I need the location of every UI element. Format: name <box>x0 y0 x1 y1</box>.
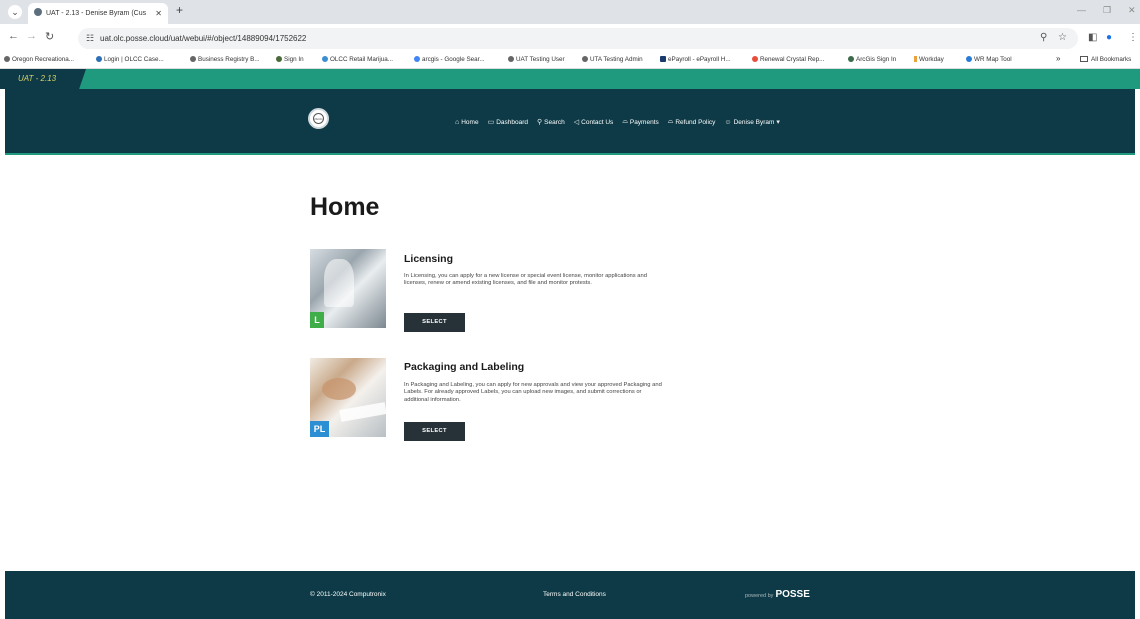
nav-payments[interactable]: ⌓ Payments <box>622 116 658 128</box>
bookmark-item[interactable]: WR Map Tool <box>966 56 1012 63</box>
close-tab-icon[interactable]: ✕ <box>155 3 162 24</box>
all-bookmarks-folder[interactable]: All Bookmarks <box>1080 56 1131 63</box>
bookmark-item[interactable]: Business Registry B... <box>190 56 260 63</box>
browser-tabstrip: ⌄ UAT - 2.13 - Denise Byram (Cus ✕ + — ❐… <box>0 0 1140 24</box>
licensing-select-button[interactable]: SELECT <box>404 313 465 332</box>
search-icon: ⚲ <box>537 119 543 126</box>
bookmark-item[interactable]: ePayroll - ePayroll H... <box>660 56 731 63</box>
forward-icon[interactable]: → <box>26 30 37 42</box>
bookmark-favicon-icon <box>966 56 972 62</box>
licensing-image: L <box>310 249 386 328</box>
packaging-image: PL <box>310 358 386 437</box>
posse-logo: POSSE <box>775 589 810 600</box>
address-bar[interactable]: ☷ uat.olc.posse.cloud/uat/webui/#/object… <box>78 28 1078 49</box>
nav-contact-us[interactable]: ◁ Contact Us <box>574 116 614 128</box>
home-icon: ⌂ <box>455 118 460 126</box>
image-detail <box>322 378 356 400</box>
payments-icon: ⌓ <box>622 118 628 125</box>
dashboard-icon: ▭ <box>487 119 495 126</box>
folder-icon <box>1080 56 1088 62</box>
olcc-logo[interactable]: OLCC <box>308 108 329 129</box>
site-favicon-icon <box>34 8 42 16</box>
globe-icon <box>190 56 196 62</box>
refund-icon: ⌓ <box>667 118 674 125</box>
bookmark-favicon-icon <box>276 56 282 62</box>
environment-bar: UAT - 2.13 <box>0 69 1140 89</box>
back-icon[interactable]: ← <box>8 30 19 42</box>
globe-icon <box>582 56 588 62</box>
send-icon: ◁ <box>573 119 580 126</box>
bookmark-favicon-icon <box>914 56 917 62</box>
bookmarks-bar: Oregon Recreationa... Login | OLCC Case.… <box>0 53 1140 69</box>
card-title-licensing: Licensing <box>404 253 454 265</box>
bookmark-item[interactable]: Oregon Recreationa... <box>4 56 74 63</box>
bookmark-item[interactable]: ArcGis Sign In <box>848 56 896 63</box>
bookmark-favicon-icon <box>752 56 758 62</box>
site-footer: © 2011-2024 Computronix Terms and Condit… <box>5 571 1135 619</box>
bookmark-item[interactable]: arcgis - Google Sear... <box>414 56 485 63</box>
card-description-packaging: In Packaging and Labeling, you can apply… <box>404 382 662 403</box>
licensing-badge: L <box>310 312 324 328</box>
logo-text: OLCC <box>313 113 324 124</box>
window-close-icon[interactable]: ✕ <box>1128 5 1136 16</box>
page-title: Home <box>310 193 380 221</box>
browser-tab[interactable]: UAT - 2.13 - Denise Byram (Cus ✕ <box>28 3 168 24</box>
menu-icon[interactable]: ⋮ <box>1128 32 1138 43</box>
powered-by-label: powered by <box>745 593 774 599</box>
zoom-icon[interactable]: ⚲ <box>1040 32 1047 43</box>
new-tab-icon[interactable]: + <box>176 3 183 17</box>
environment-badge: UAT - 2.13 <box>0 69 86 89</box>
bookmark-item[interactable]: UAT Testing User <box>508 56 565 63</box>
reload-icon[interactable]: ↻ <box>45 30 54 43</box>
google-icon <box>414 56 420 62</box>
globe-icon <box>4 56 10 62</box>
nav-dashboard[interactable]: ▭ Dashboard <box>488 116 528 128</box>
restore-icon[interactable]: ❐ <box>1103 5 1111 16</box>
bookmark-item[interactable]: Workday <box>914 56 944 63</box>
site-info-icon[interactable]: ☷ <box>86 28 94 49</box>
browser-toolbar: ← → ↻ ☷ uat.olc.posse.cloud/uat/webui/#/… <box>0 24 1140 53</box>
bookmark-item[interactable]: Login | OLCC Case... <box>96 56 164 63</box>
profile-icon[interactable]: ● <box>1106 32 1112 43</box>
side-panel-icon[interactable]: ◧ <box>1088 32 1097 43</box>
site-header: OLCC ⌂ Home ▭ Dashboard ⚲ Search ◁ Contact U… <box>5 89 1135 155</box>
bookmark-favicon-icon <box>848 56 854 62</box>
copyright-text: © 2011-2024 Computronix <box>310 591 386 598</box>
bookmark-favicon-icon <box>660 56 666 62</box>
user-icon: ☺ <box>724 118 732 126</box>
bookmark-item[interactable]: Sign In <box>276 56 304 63</box>
nav-search[interactable]: ⚲ Search <box>537 116 565 128</box>
nav-user-menu[interactable]: ☺ Denise Byram ▾ <box>724 116 780 128</box>
image-detail <box>339 402 386 422</box>
image-detail <box>324 259 354 307</box>
url-text: uat.olc.posse.cloud/uat/webui/#/object/1… <box>100 34 307 43</box>
nav-refund-policy[interactable]: ⌓ Refund Policy <box>668 116 716 128</box>
tab-search-icon[interactable]: ⌄ <box>8 5 22 19</box>
nav-home[interactable]: ⌂ Home <box>455 116 479 128</box>
bookmark-item[interactable]: OLCC Retail Marijua... <box>322 56 393 63</box>
tab-title: UAT - 2.13 - Denise Byram (Cus <box>46 10 147 17</box>
card-title-packaging: Packaging and Labeling <box>404 361 525 373</box>
terms-link[interactable]: Terms and Conditions <box>543 591 606 598</box>
bookmark-item[interactable]: Renewal Crystal Rep... <box>752 56 824 63</box>
globe-icon <box>508 56 514 62</box>
packaging-select-button[interactable]: SELECT <box>404 422 465 441</box>
bookmark-star-icon[interactable]: ☆ <box>1058 32 1067 43</box>
more-bookmarks-icon[interactable]: » <box>1056 54 1060 63</box>
packaging-badge: PL <box>310 421 329 437</box>
bookmark-favicon-icon <box>322 56 328 62</box>
bookmark-favicon-icon <box>96 56 102 62</box>
powered-by[interactable]: powered by POSSE <box>745 589 810 600</box>
caret-down-icon: ▾ <box>776 119 780 126</box>
card-description-licensing: In Licensing, you can apply for a new li… <box>404 273 647 287</box>
bookmark-item[interactable]: UTA Testing Admin <box>582 56 643 63</box>
main-nav: ⌂ Home ▭ Dashboard ⚲ Search ◁ Contact Us ⌓ Pa… <box>455 116 780 128</box>
minimize-icon[interactable]: — <box>1077 5 1086 15</box>
